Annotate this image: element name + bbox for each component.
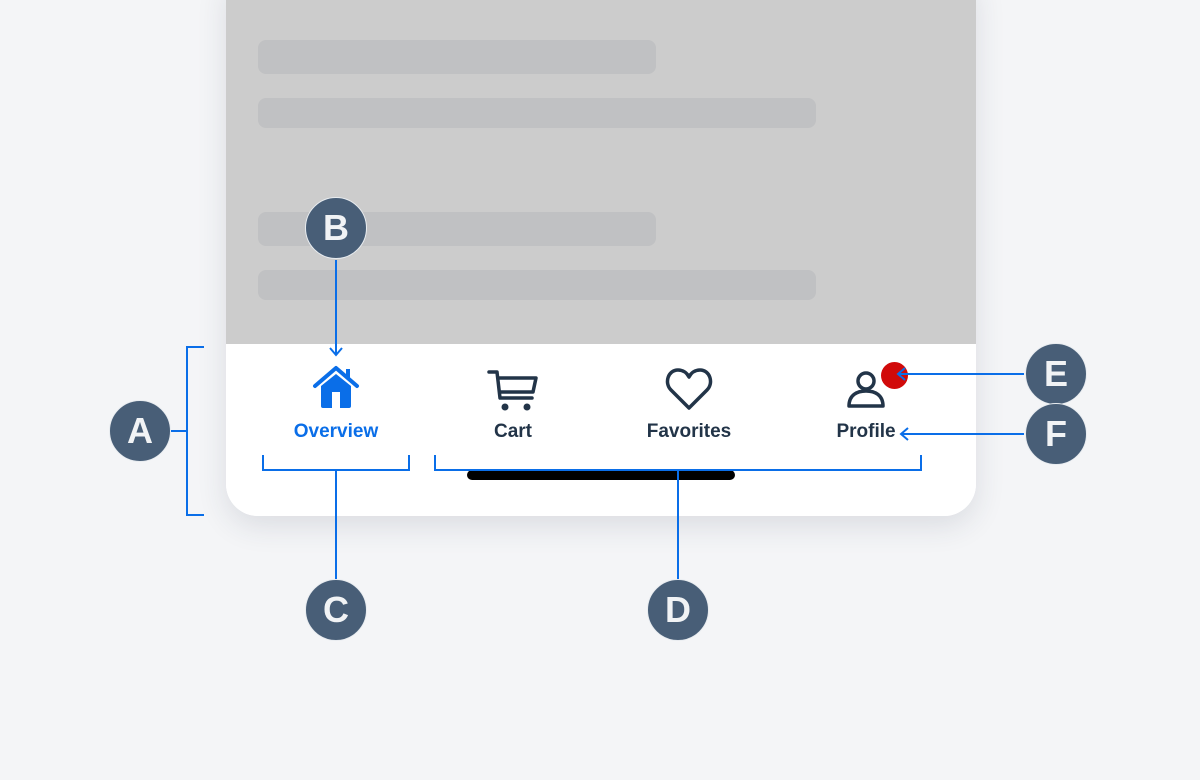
bracket-d — [434, 455, 922, 471]
bracket-a — [186, 346, 204, 516]
callout-d: D — [647, 579, 709, 641]
bracket-c — [262, 455, 410, 471]
callout-b: B — [305, 197, 367, 259]
callout-c: C — [305, 579, 367, 641]
callout-e: E — [1025, 343, 1087, 405]
callout-a: A — [109, 400, 171, 462]
callout-f: F — [1025, 403, 1087, 465]
annotation-lines — [171, 260, 1024, 580]
